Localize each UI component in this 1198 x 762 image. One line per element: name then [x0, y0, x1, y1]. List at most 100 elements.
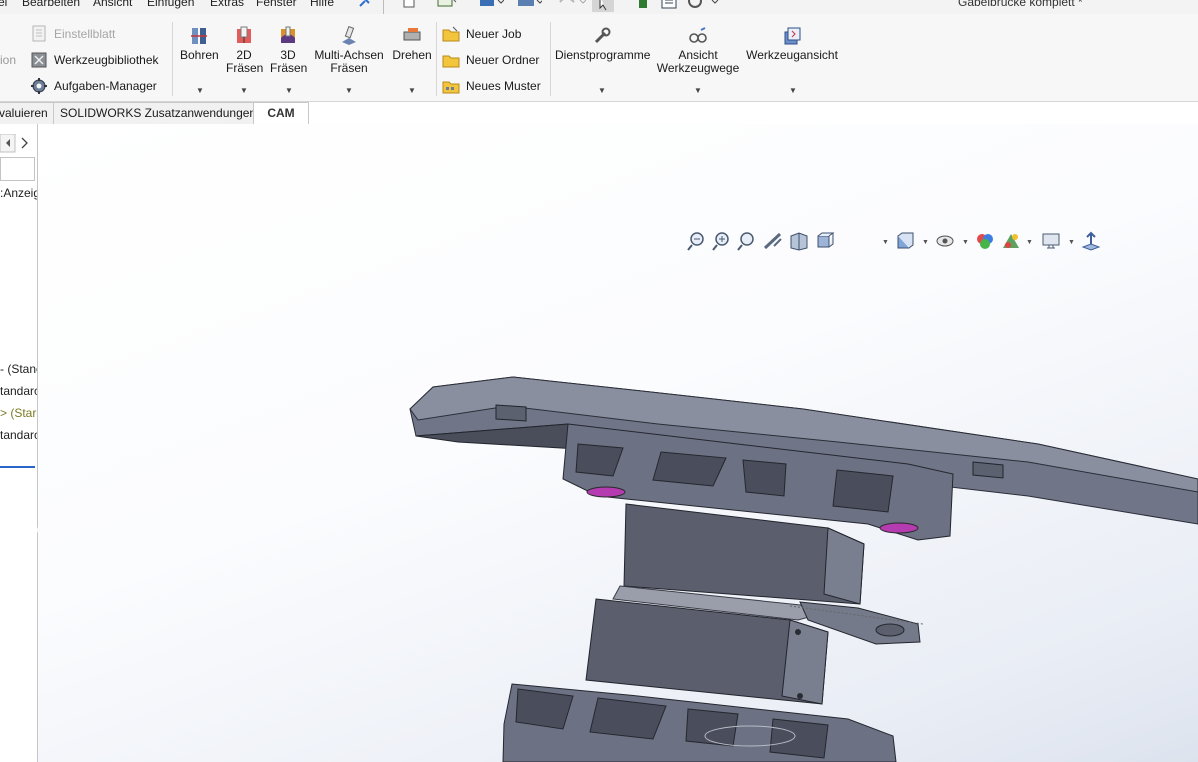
print-icon[interactable] [516, 0, 542, 10]
tool-view-icon [784, 27, 801, 45]
neuer-ordner-button[interactable]: Neuer Ordner [442, 50, 539, 70]
multi-achsen-label-line2: Fräsen [330, 61, 368, 75]
drehen-dropdown-arrow[interactable]: ▼ [408, 86, 416, 95]
hide-show-items-icon[interactable] [934, 230, 956, 252]
menu-extras[interactable]: Extras [210, 0, 244, 9]
fraesen-2d-button[interactable]: 2D Fräsen [226, 26, 264, 75]
menu-bearbeiten[interactable]: Bearbeiten [22, 0, 80, 9]
panel-selection-indicator [0, 466, 35, 468]
settings-sheet-icon [32, 25, 46, 42]
rebuild-icon[interactable] [636, 0, 650, 10]
bohren-button[interactable]: Bohren [180, 26, 219, 62]
ribbon-clipped-label: ion [0, 53, 17, 67]
tool-library-icon [31, 52, 47, 68]
werkzeugansicht-button[interactable]: Werkzeugansicht [746, 26, 838, 62]
feature-manager-panel: :Anzeig - (Stanc tandarc > (Star tandarc [0, 124, 38, 762]
ansicht-werkzeugwege-dropdown-arrow[interactable]: ▼ [694, 86, 702, 95]
drill-icon [191, 28, 207, 44]
save-icon[interactable] [478, 0, 504, 10]
neuer-job-label: Neuer Job [466, 27, 522, 41]
mill-2d-icon [237, 26, 251, 43]
display-label: :Anzeig [0, 186, 38, 200]
fraesen-3d-label-line2: Fräsen [270, 61, 308, 75]
command-manager-tabs: valuieren SOLIDWORKS Zusatzanwendungen C… [0, 102, 1198, 125]
view-settings-icon[interactable] [1040, 230, 1062, 252]
undo-icon[interactable] [556, 0, 586, 10]
fraesen-2d-dropdown-arrow[interactable]: ▼ [240, 86, 248, 95]
file-properties-icon[interactable] [660, 0, 680, 10]
previous-view-icon[interactable] [736, 230, 758, 252]
hide-show-caret[interactable]: ▼ [962, 239, 969, 246]
display-style-caret[interactable]: ▼ [922, 239, 929, 246]
neues-muster-label: Neues Muster [466, 79, 541, 93]
panel-nav-arrows[interactable] [0, 134, 34, 154]
quickaccess-separator [383, 0, 384, 14]
multi-axis-icon [342, 26, 356, 45]
dienstprogramme-dropdown-arrow[interactable]: ▼ [598, 86, 606, 95]
dienstprogramme-button[interactable]: Dienstprogramme [555, 26, 651, 62]
menu-datei[interactable]: ei [0, 0, 7, 9]
tab-solidworks-zusatzanwendungen[interactable]: SOLIDWORKS Zusatzanwendungen [53, 102, 264, 125]
select-icon[interactable] [592, 0, 622, 12]
menu-fenster[interactable]: Fenster [256, 0, 297, 9]
task-manager-icon [31, 78, 47, 94]
wrench-icon [594, 27, 611, 44]
tab-evaluieren[interactable]: valuieren [0, 102, 55, 125]
apply-scene-icon[interactable] [1000, 230, 1022, 252]
neues-muster-button[interactable]: Neues Muster [442, 76, 541, 96]
menu-einfuegen[interactable]: Einfügen [147, 0, 194, 9]
mill-3d-icon [281, 26, 295, 43]
panel-filter-field[interactable] [0, 157, 35, 181]
aufgaben-manager-label: Aufgaben-Manager [54, 79, 157, 93]
pin-icon[interactable] [358, 0, 372, 8]
open-document-icon[interactable] [436, 0, 458, 10]
folder-icon [442, 55, 460, 68]
menu-hilfe[interactable]: Hilfe [310, 0, 334, 9]
apply-scene-caret[interactable]: ▼ [1026, 239, 1033, 246]
ansicht-werkzeugwege-label-line2: Werkzeugwege [656, 61, 740, 75]
werkzeugbibliothek-button[interactable]: Werkzeugbibliothek [30, 50, 159, 70]
view-orientation-caret[interactable]: ▼ [882, 239, 889, 246]
menu-ansicht[interactable]: Ansicht [93, 0, 132, 9]
options-gear-icon[interactable] [686, 0, 720, 10]
fraesen-2d-label-line2: Fräsen [226, 61, 264, 75]
pattern-icon [442, 81, 460, 94]
tree-row[interactable]: tandarc [0, 428, 37, 442]
fraesen-3d-dropdown-arrow[interactable]: ▼ [285, 86, 293, 95]
multi-achsen-button[interactable]: Multi-Achsen Fräsen [314, 26, 384, 75]
section-view-icon[interactable] [762, 230, 784, 252]
view-orientation-icon[interactable] [814, 230, 836, 252]
werkzeugansicht-label: Werkzeugansicht [746, 48, 838, 62]
normal-to-icon[interactable] [1080, 230, 1102, 252]
bohren-label: Bohren [180, 48, 219, 62]
drehen-button[interactable]: Drehen [392, 26, 432, 62]
command-manager-ribbon: ion Einstellblatt Werkzeugbibliothek Auf… [0, 14, 1198, 102]
menu-bar: ei Bearbeiten Ansicht Einfügen Extras Fe… [0, 0, 1198, 14]
dynamic-annotation-icon[interactable] [788, 230, 810, 252]
ansicht-werkzeugwege-button[interactable]: Ansicht Werkzeugwege [656, 26, 740, 75]
werkzeugbibliothek-label: Werkzeugbibliothek [54, 53, 159, 67]
zoom-to-fit-icon[interactable] [686, 230, 708, 252]
tree-row[interactable]: - (Stanc [0, 362, 37, 376]
multi-achsen-dropdown-arrow[interactable]: ▼ [345, 86, 353, 95]
graphics-viewport[interactable]: ▼ ▼ ▼ ▼ ▼ [38, 124, 1198, 762]
edit-appearance-icon[interactable] [974, 230, 996, 252]
bohren-dropdown-arrow[interactable]: ▼ [196, 86, 204, 95]
ribbon-separator [550, 22, 551, 96]
cad-model-render[interactable] [38, 124, 1198, 762]
tree-row[interactable]: > (Star [0, 406, 36, 420]
tree-row[interactable]: tandarc [0, 384, 37, 398]
zoom-to-area-icon[interactable] [711, 230, 733, 252]
turning-icon [403, 28, 421, 41]
ribbon-separator [436, 22, 437, 96]
aufgaben-manager-button[interactable]: Aufgaben-Manager [30, 76, 157, 96]
tab-cam[interactable]: CAM [253, 102, 309, 125]
dienstprogramme-label: Dienstprogramme [555, 48, 651, 62]
neuer-job-button[interactable]: Neuer Job [442, 24, 521, 44]
display-style-icon[interactable] [894, 230, 916, 252]
einstellblatt-button[interactable]: Einstellblatt [30, 24, 115, 44]
view-settings-caret[interactable]: ▼ [1068, 239, 1075, 246]
fraesen-3d-button[interactable]: 3D Fräsen [270, 26, 308, 75]
werkzeugansicht-dropdown-arrow[interactable]: ▼ [789, 86, 797, 95]
new-document-icon[interactable] [400, 0, 418, 10]
